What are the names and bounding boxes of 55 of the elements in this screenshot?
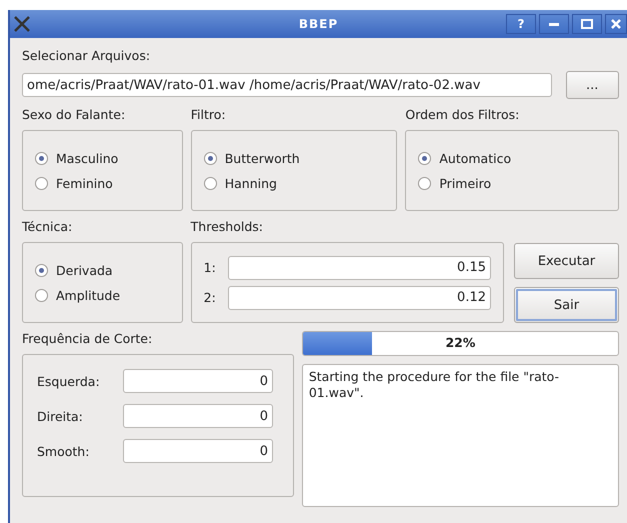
progress-text: 22% bbox=[444, 335, 476, 350]
cutoff-field[interactable]: 0 bbox=[123, 369, 273, 393]
radio-button[interactable] bbox=[35, 176, 48, 190]
radio-option[interactable]: Derivada bbox=[35, 262, 170, 278]
field-label: 2: bbox=[204, 290, 217, 305]
radio-option[interactable]: Amplitude bbox=[35, 288, 170, 302]
radio-button[interactable] bbox=[35, 288, 48, 302]
radio-option[interactable]: Automatico bbox=[418, 150, 606, 166]
x-logo-icon bbox=[12, 15, 32, 33]
field-label: Esquerda: bbox=[37, 374, 101, 388]
radio-label: Butterworth bbox=[224, 150, 300, 166]
browse-button[interactable]: ... bbox=[566, 71, 619, 99]
radio-button[interactable] bbox=[418, 176, 432, 190]
maximize-button[interactable] bbox=[572, 14, 602, 34]
cutoff-field[interactable]: 0 bbox=[123, 404, 273, 428]
minimize-button[interactable] bbox=[539, 14, 569, 34]
group-label: Ordem dos Filtros: bbox=[405, 107, 520, 122]
group-label: Técnica: bbox=[22, 219, 74, 234]
field-label: Smooth: bbox=[37, 444, 90, 458]
group-label: Thresholds: bbox=[190, 219, 264, 234]
close-icon bbox=[610, 19, 622, 29]
radio-button[interactable] bbox=[418, 152, 432, 164]
group-label: Filtro: bbox=[190, 107, 227, 122]
files-field[interactable]: ome/acris/Praat/WAV/rato-01.wav /home/acris/Praat/WAV/rato-02.wav bbox=[22, 73, 552, 97]
files-label: Selecionar Arquivos: bbox=[22, 48, 152, 63]
radio-label: Hanning bbox=[224, 176, 277, 190]
radio-button[interactable] bbox=[35, 152, 48, 164]
action-button[interactable]: Executar bbox=[514, 243, 619, 279]
cutoff-field[interactable]: 0 bbox=[123, 439, 273, 463]
threshold-field[interactable]: 0.12 bbox=[228, 286, 491, 310]
radio-label: Masculino bbox=[56, 150, 118, 166]
radio-label: Primeiro bbox=[439, 176, 492, 190]
field-label: 1: bbox=[204, 260, 217, 275]
window-title: BBEP bbox=[298, 17, 338, 31]
group-label: Frequência de Corte: bbox=[22, 331, 154, 346]
maximize-icon bbox=[581, 19, 593, 29]
radio-option[interactable]: Butterworth bbox=[204, 150, 384, 166]
close-button[interactable] bbox=[605, 14, 627, 34]
radio-button[interactable] bbox=[204, 176, 217, 190]
radio-button[interactable] bbox=[204, 152, 217, 164]
radio-option[interactable]: Masculino bbox=[35, 150, 170, 166]
action-button[interactable]: Sair bbox=[514, 287, 619, 323]
group-label: Sexo do Falante: bbox=[22, 107, 126, 122]
radio-button[interactable] bbox=[35, 264, 48, 276]
help-button[interactable]: ? bbox=[506, 14, 536, 34]
radio-option[interactable]: Primeiro bbox=[418, 176, 606, 190]
field-label: Direita: bbox=[37, 408, 84, 424]
radio-option[interactable]: Feminino bbox=[35, 176, 170, 190]
log-text: Starting the procedure for the file "rato-01.wav". bbox=[308, 369, 560, 400]
radio-label: Automatico bbox=[439, 150, 512, 166]
threshold-field[interactable]: 0.15 bbox=[228, 256, 491, 280]
radio-label: Feminino bbox=[56, 176, 113, 190]
radio-option[interactable]: Hanning bbox=[204, 176, 384, 190]
radio-label: Amplitude bbox=[56, 288, 120, 302]
radio-label: Derivada bbox=[56, 262, 113, 278]
